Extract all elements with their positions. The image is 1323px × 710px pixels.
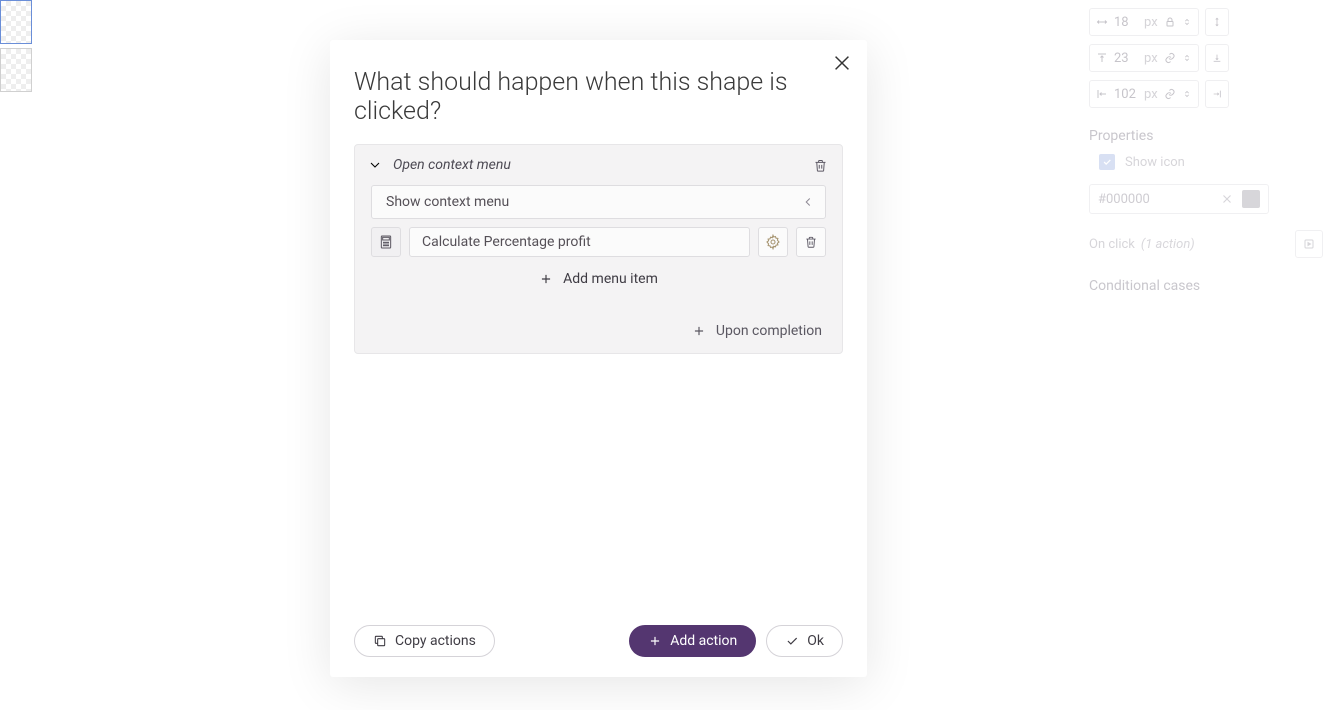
ok-label: Ok (807, 633, 824, 649)
action-body: Show context menu Calculate Percentage p… (355, 185, 842, 309)
chevron-left-icon (801, 195, 815, 209)
calculator-icon (378, 233, 394, 251)
menu-item-icon-button[interactable] (371, 227, 401, 257)
copy-actions-button[interactable]: Copy actions (354, 625, 495, 657)
add-menu-item-button[interactable]: Add menu item (371, 257, 826, 295)
close-icon (831, 52, 853, 74)
check-icon (785, 634, 799, 648)
add-action-label: Add action (670, 633, 737, 649)
copy-actions-label: Copy actions (395, 633, 476, 649)
copy-icon (373, 634, 387, 648)
menu-item-row: Calculate Percentage profit (371, 227, 826, 257)
modal-footer: Copy actions Add action Ok (330, 625, 867, 677)
upon-completion-button[interactable]: Upon completion (355, 309, 842, 353)
plus-icon (539, 272, 553, 286)
collapse-toggle[interactable] (367, 157, 383, 173)
ok-button[interactable]: Ok (766, 625, 843, 657)
action-card-header[interactable]: Open context menu (355, 145, 842, 185)
upon-completion-label: Upon completion (716, 323, 822, 339)
add-action-button[interactable]: Add action (629, 625, 756, 657)
trash-icon (813, 157, 828, 174)
menu-item-delete-button[interactable] (796, 227, 826, 257)
trash-icon (804, 234, 818, 250)
onclick-actions-modal: What should happen when this shape is cl… (330, 40, 867, 677)
delete-action-button[interactable] (810, 155, 830, 175)
close-button[interactable] (831, 52, 853, 74)
gear-icon (765, 234, 781, 250)
action-card-title: Open context menu (393, 157, 800, 173)
modal-title: What should happen when this shape is cl… (330, 40, 867, 144)
chevron-down-icon (367, 157, 383, 173)
plus-icon (692, 324, 706, 338)
menu-item-text: Calculate Percentage profit (422, 234, 591, 250)
action-type-select[interactable]: Show context menu (371, 185, 826, 219)
action-card: Open context menu Show context menu Calc… (354, 144, 843, 354)
add-menu-item-label: Add menu item (563, 271, 658, 287)
select-label: Show context menu (386, 194, 509, 210)
menu-item-settings-button[interactable] (758, 227, 788, 257)
menu-item-text-input[interactable]: Calculate Percentage profit (409, 227, 750, 257)
plus-icon (648, 634, 662, 648)
